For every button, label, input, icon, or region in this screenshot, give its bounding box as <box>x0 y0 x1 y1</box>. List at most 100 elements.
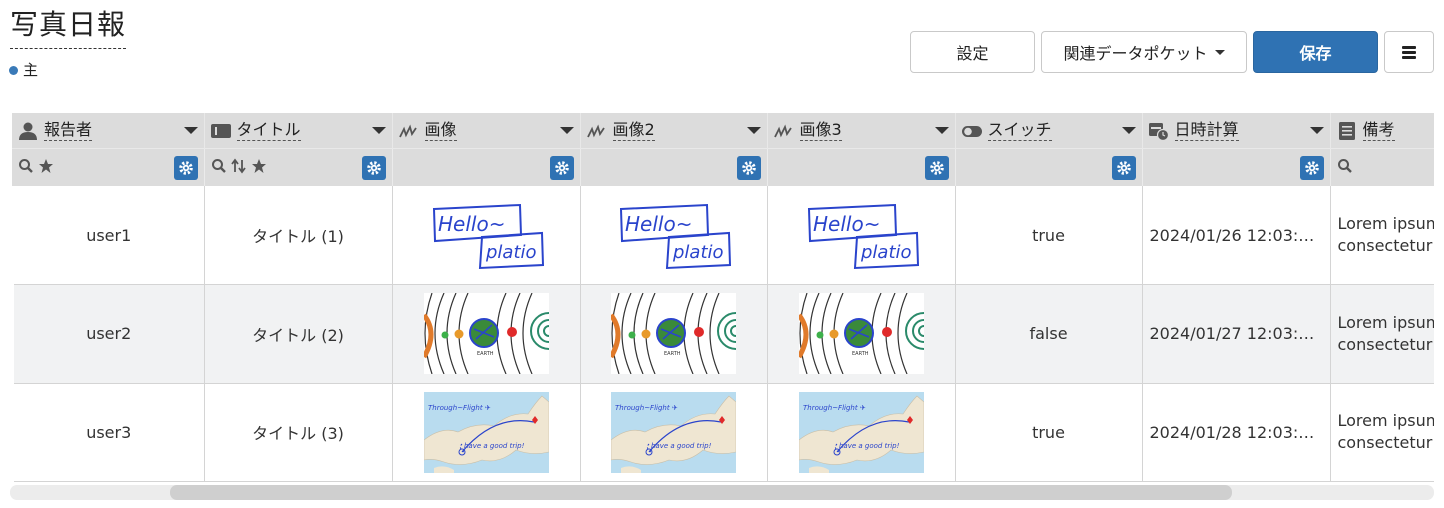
filter-cell <box>204 148 393 186</box>
column-header-notes[interactable]: 備考 <box>1330 113 1434 149</box>
caret-down-icon[interactable] <box>1121 127 1136 134</box>
filter-cell <box>580 148 768 186</box>
caret-down-icon <box>1214 49 1225 55</box>
caret-down-icon[interactable] <box>371 127 386 134</box>
notes-line: consectetur a <box>1337 236 1435 255</box>
filter-cell <box>392 148 581 186</box>
column-header-title[interactable]: タイトル <box>204 113 393 149</box>
notes-line: Lorem ipsum <box>1337 312 1435 332</box>
gear-icon[interactable] <box>736 155 761 180</box>
solar-system-image[interactable] <box>424 293 549 374</box>
caret-down-icon[interactable] <box>746 127 761 134</box>
cell-image2[interactable] <box>580 284 768 384</box>
caret-down-icon[interactable] <box>183 127 198 134</box>
cell-switch[interactable]: true <box>955 186 1143 285</box>
person-icon <box>18 121 38 141</box>
search-icon[interactable] <box>18 158 34 178</box>
cell-title[interactable]: タイトル (3) <box>204 383 393 482</box>
cell-title[interactable]: タイトル (2) <box>204 284 393 384</box>
column-label: スイッチ <box>987 120 1052 141</box>
solar-system-image[interactable] <box>611 293 736 374</box>
column-header-row: 報告者 タイトル 画像 画像2 画像3 スイッチ 日時計算 備考 <box>12 113 1434 149</box>
column-label: 備考 <box>1362 120 1395 141</box>
cell-image[interactable] <box>392 186 581 285</box>
column-label: 報告者 <box>44 120 93 141</box>
column-label: 日時計算 <box>1174 120 1239 141</box>
cell-reporter[interactable]: user2 <box>10 284 205 384</box>
cell-reporter[interactable]: user1 <box>10 186 205 285</box>
cell-datetime[interactable]: 2024/01/26 12:03:… <box>1142 186 1331 285</box>
hello-platio-image[interactable] <box>611 195 736 276</box>
table-row[interactable]: user3 タイトル (3) true 2024/01/28 12:03:… L… <box>10 383 1434 482</box>
caret-down-icon[interactable] <box>934 127 949 134</box>
gear-icon[interactable] <box>173 155 198 180</box>
table-row[interactable]: user1 タイトル (1) true 2024/01/26 12:03:… L… <box>10 186 1434 285</box>
cell-datetime[interactable]: 2024/01/28 12:03:… <box>1142 383 1331 482</box>
filter-cell <box>12 148 205 186</box>
solar-system-image[interactable] <box>799 293 924 374</box>
column-header-reporter[interactable]: 報告者 <box>12 113 205 149</box>
cell-reporter[interactable]: user3 <box>10 383 205 482</box>
cell-title[interactable]: タイトル (1) <box>204 186 393 285</box>
caret-down-icon[interactable] <box>1309 127 1324 134</box>
column-header-datetime-calc[interactable]: 日時計算 <box>1142 113 1331 149</box>
column-header-image[interactable]: 画像 <box>392 113 581 149</box>
related-data-pocket-button[interactable]: 関連データポケット <box>1041 31 1247 73</box>
cell-switch[interactable]: false <box>955 284 1143 384</box>
cell-switch[interactable]: true <box>955 383 1143 482</box>
gear-icon[interactable] <box>549 155 574 180</box>
save-button[interactable]: 保存 <box>1253 31 1378 73</box>
signature-icon <box>773 121 794 141</box>
column-header-image2[interactable]: 画像2 <box>580 113 768 149</box>
related-data-pocket-label: 関連データポケット <box>1063 44 1208 63</box>
filter-cell <box>955 148 1143 186</box>
star-icon[interactable] <box>38 158 54 178</box>
search-icon[interactable] <box>1337 158 1353 178</box>
notes-line: Lorem ipsum <box>1337 214 1435 233</box>
document-icon <box>1337 121 1357 141</box>
sort-icon[interactable] <box>230 158 247 178</box>
view-subtitle: 主 <box>9 60 38 80</box>
caret-down-icon[interactable] <box>559 127 574 134</box>
japan-flight-map-image[interactable] <box>611 392 736 473</box>
japan-flight-map-image[interactable] <box>424 392 549 473</box>
cell-notes[interactable]: Lorem ipsumconsectetur a <box>1330 383 1434 482</box>
signature-icon <box>586 121 607 141</box>
view-subtitle-label: 主 <box>23 61 39 79</box>
gear-icon[interactable] <box>361 155 386 180</box>
column-header-image3[interactable]: 画像3 <box>767 113 956 149</box>
data-grid: 報告者 タイトル 画像 画像2 画像3 スイッチ 日時計算 備考 user1 タ… <box>10 113 1434 485</box>
gear-icon[interactable] <box>1111 155 1136 180</box>
star-icon[interactable] <box>251 158 267 178</box>
cell-datetime[interactable]: 2024/01/27 12:03:… <box>1142 284 1331 384</box>
cell-image[interactable] <box>392 383 581 482</box>
gear-icon[interactable] <box>1299 155 1324 180</box>
hello-platio-image[interactable] <box>424 195 549 276</box>
column-label: 画像2 <box>612 120 655 141</box>
page-title: 写真日報 <box>10 6 127 49</box>
search-icon[interactable] <box>211 158 227 178</box>
toggle-icon <box>961 121 982 141</box>
cell-image2[interactable] <box>580 383 768 482</box>
settings-button[interactable]: 設定 <box>910 31 1035 73</box>
cell-notes[interactable]: Lorem ipsum consectetur a <box>1330 186 1434 285</box>
table-row[interactable]: user2 タイトル (2) false 2024/01/27 12:03:… … <box>10 284 1435 384</box>
column-header-switch[interactable]: スイッチ <box>955 113 1143 149</box>
calendar-clock-icon <box>1148 121 1169 141</box>
cell-notes[interactable]: Lorem ipsumconsectetur a <box>1330 284 1435 384</box>
japan-flight-map-image[interactable] <box>799 392 924 473</box>
cell-image3[interactable] <box>767 383 956 482</box>
text-field-icon <box>210 121 231 141</box>
cell-image3[interactable] <box>767 284 956 384</box>
signature-icon <box>398 121 419 141</box>
notes-line: Lorem ipsum <box>1337 411 1435 431</box>
horizontal-scrollbar[interactable] <box>10 485 1434 500</box>
scrollbar-thumb[interactable] <box>170 485 1232 500</box>
menu-button[interactable] <box>1384 31 1434 73</box>
cell-image[interactable] <box>392 284 581 384</box>
cell-image3[interactable] <box>767 186 956 285</box>
filter-cell <box>1142 148 1331 186</box>
gear-icon[interactable] <box>924 155 949 180</box>
cell-image2[interactable] <box>580 186 768 285</box>
hello-platio-image[interactable] <box>799 195 924 276</box>
